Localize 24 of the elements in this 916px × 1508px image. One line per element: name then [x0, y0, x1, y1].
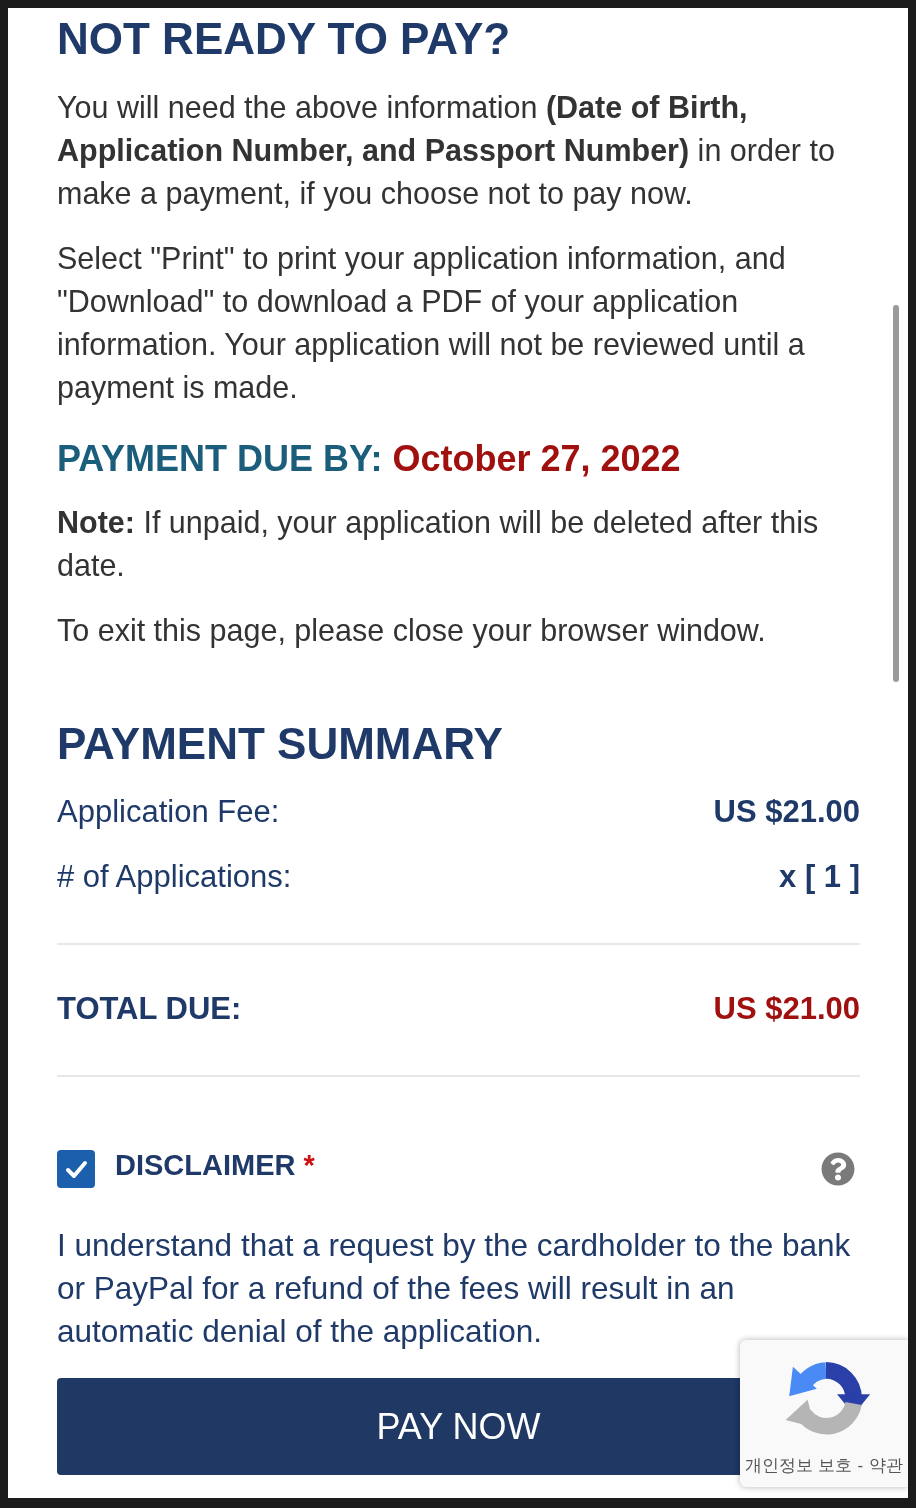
required-asterisk: *: [303, 1150, 315, 1180]
terms-link[interactable]: 약관: [869, 1456, 904, 1476]
disclaimer-checkbox[interactable]: [57, 1150, 95, 1188]
pay-now-button[interactable]: PAY NOW: [57, 1378, 740, 1475]
summary-value: US $21.00: [713, 793, 860, 830]
due-date: October 27, 2022: [392, 438, 681, 479]
exit-text: To exit this page, please close your browser window.: [57, 612, 767, 650]
summary-title: PAYMENT SUMMARY: [57, 718, 504, 770]
summary-label: # of Applications:: [57, 858, 292, 895]
info-paragraph: Select "Print" to print your application information, and "Download" to download a PDF of your application information. Your application will not be reviewed until a payment is made.: [57, 240, 806, 407]
privacy-link[interactable]: 개인정보 보호: [744, 1456, 852, 1476]
note-text: Note: If unpaid, your application will be deleted after this date.: [57, 504, 820, 584]
total-value: US $21.00: [713, 990, 860, 1027]
payment-due-label: PAYMENT DUE BY:: [57, 438, 383, 479]
disclaimer-title: DISCLAIMER: [115, 1150, 296, 1180]
summary-label: Application Fee:: [57, 793, 280, 830]
scrollbar-thumb[interactable]: [893, 305, 899, 682]
info-paragraph: You will need the above information (Date of Birth, Application Number, and Passport Number) in order to make a payment, if you choose not to pay now.: [57, 89, 836, 213]
total-label: TOTAL DUE:: [57, 990, 242, 1027]
link-separator: -: [857, 1456, 864, 1476]
disclaimer-text: I understand that a request by the cardholder to the bank or PayPal for a refund of the fees will result in an automatic denial of the application.: [57, 1226, 852, 1351]
help-icon[interactable]: [821, 1152, 855, 1186]
summary-value: x [ 1 ]: [779, 858, 860, 895]
section-title: NOT READY TO PAY?: [57, 13, 512, 65]
